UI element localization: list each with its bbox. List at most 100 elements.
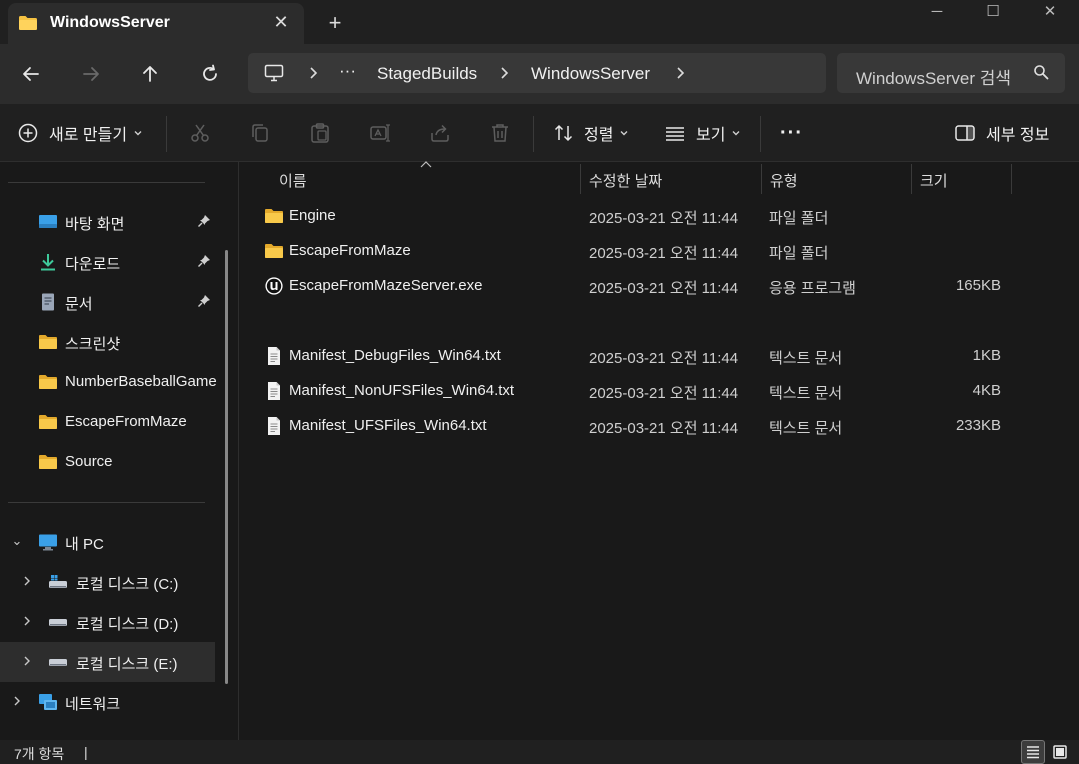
chevron-right-icon[interactable] [20, 574, 34, 588]
up-button[interactable] [134, 58, 166, 90]
file-row-manifest-debugfiles[interactable]: Manifest_DebugFiles_Win64.txt 2025-03-21… [254, 339, 1074, 373]
sidebar-item-label: 로컬 디스크 (D:) [76, 616, 179, 633]
file-name: Engine [289, 207, 336, 224]
column-header-date[interactable]: 수정한 날짜 [581, 162, 761, 194]
more-options-button[interactable]: ··· [780, 118, 803, 148]
delete-button[interactable] [489, 118, 511, 148]
sidebar-item-label: 내 PC [65, 536, 104, 553]
new-button[interactable]: 새로 만들기 [17, 118, 143, 148]
chevron-right-icon[interactable] [499, 66, 511, 80]
drive-icon [49, 659, 67, 666]
pin-icon[interactable] [197, 294, 211, 308]
file-type: 텍스트 문서 [769, 420, 843, 437]
search-box[interactable]: WindowsServer 검색 [837, 53, 1065, 93]
file-row-escapefrommazeserver-exe[interactable]: EscapeFromMazeServer.exe 2025-03-21 오전 1… [254, 269, 1074, 303]
details-view-button[interactable] [1021, 740, 1045, 764]
sidebar-item-numberbaseballgame[interactable]: NumberBaseballGame [0, 362, 217, 402]
tab-windowsserver[interactable]: WindowsServer ✕ [8, 3, 304, 44]
chevron-right-icon[interactable] [10, 694, 24, 708]
breadcrumb-windowsserver[interactable]: WindowsServer [531, 64, 650, 84]
sidebar-item-network[interactable]: 네트워크 [0, 682, 215, 722]
sidebar-item-drive-d[interactable]: 로컬 디스크 (D:) [0, 602, 215, 642]
navigation-bar: ··· StagedBuilds WindowsServer WindowsSe… [0, 44, 1079, 104]
sort-button[interactable]: 정렬 [553, 118, 629, 148]
new-tab-button[interactable]: + [322, 10, 348, 36]
window-close-button[interactable]: ✕ [1021, 0, 1079, 26]
column-header-label: 유형 [770, 173, 798, 190]
drive-icon [49, 619, 67, 626]
address-bar[interactable]: ··· StagedBuilds WindowsServer [248, 53, 826, 93]
file-list: 이름 수정한 날짜 유형 크기 Engine 2025-03-21 오전 11:… [240, 161, 1079, 740]
share-button[interactable] [429, 118, 451, 148]
file-name: Manifest_DebugFiles_Win64.txt [289, 347, 501, 364]
column-header-label: 이름 [279, 173, 307, 190]
command-divider [166, 116, 167, 152]
column-header-name[interactable]: 이름 [240, 161, 580, 194]
sidebar-item-this-pc[interactable]: ⌄ 내 PC [0, 522, 215, 562]
sidebar-item-label: 로컬 디스크 (E:) [76, 656, 178, 673]
file-date: 2025-03-21 오전 11:44 [589, 245, 739, 262]
copy-button[interactable] [249, 118, 271, 148]
windows-drive-icon [49, 575, 67, 588]
chevron-down-icon[interactable]: ⌄ [10, 534, 24, 548]
large-icons-view-button[interactable] [1048, 740, 1072, 764]
copy-icon [252, 124, 268, 142]
column-header-size[interactable]: 크기 [912, 162, 1012, 194]
sidebar-scrollbar[interactable] [225, 250, 228, 684]
pin-icon[interactable] [197, 214, 211, 228]
file-type: 텍스트 문서 [769, 385, 843, 402]
sidebar-item-label: 네트워크 [65, 696, 121, 713]
details-pane-button[interactable]: 세부 정보 [954, 118, 1049, 148]
sidebar-item-escapefrommaze[interactable]: EscapeFromMaze [0, 402, 215, 442]
sort-ascending-icon [420, 161, 432, 168]
back-button[interactable] [15, 58, 47, 90]
sidebar-divider [8, 182, 205, 183]
sidebar-item-label: 바탕 화면 [65, 216, 125, 233]
folder-icon [39, 415, 57, 429]
more-options-label: ··· [780, 121, 803, 144]
breadcrumb-overflow[interactable]: ··· [339, 61, 356, 81]
sidebar-item-screenshots[interactable]: 스크린샷 [0, 322, 215, 362]
column-header-type[interactable]: 유형 [762, 162, 912, 194]
file-row-escapefrommaze[interactable]: EscapeFromMaze 2025-03-21 오전 11:44 파일 폴더 [254, 234, 1074, 268]
chevron-right-icon[interactable] [308, 66, 320, 80]
breadcrumb-stagedbuilds[interactable]: StagedBuilds [377, 64, 477, 84]
sidebar-item-source[interactable]: Source [0, 442, 215, 482]
sidebar-item-drive-e[interactable]: 로컬 디스크 (E:) [0, 642, 215, 682]
file-row-manifest-nonufsfiles[interactable]: Manifest_NonUFSFiles_Win64.txt 2025-03-2… [254, 374, 1074, 408]
file-row-manifest-ufsfiles[interactable]: Manifest_UFSFiles_Win64.txt 2025-03-21 오… [254, 409, 1074, 443]
details-pane-icon [955, 125, 975, 141]
pin-icon[interactable] [197, 254, 211, 268]
title-bar: WindowsServer ✕ + ─ ☐ ✕ [0, 0, 1079, 44]
file-date: 2025-03-21 오전 11:44 [589, 420, 739, 437]
command-bar: 새로 만들기 정렬 보기 ··· 세부 정보 [0, 104, 1079, 162]
chevron-right-icon[interactable] [675, 66, 687, 80]
refresh-button[interactable] [194, 58, 226, 90]
search-icon [1034, 65, 1049, 80]
chevron-right-icon[interactable] [20, 654, 34, 668]
tab-close-button[interactable]: ✕ [270, 11, 292, 33]
arrow-left-icon [23, 67, 39, 81]
minimize-button[interactable]: ─ [908, 0, 966, 26]
column-divider[interactable] [1011, 164, 1012, 194]
unreal-engine-icon [265, 277, 283, 295]
sidebar-item-downloads[interactable]: 다운로드 [0, 242, 215, 282]
file-row-engine[interactable]: Engine 2025-03-21 오전 11:44 파일 폴더 [254, 199, 1074, 233]
paste-button[interactable] [309, 118, 331, 148]
new-button-label: 새로 만들기 [49, 127, 128, 144]
sidebar-item-documents[interactable]: 문서 [0, 282, 215, 322]
rename-button[interactable] [369, 118, 391, 148]
maximize-button[interactable]: ☐ [964, 0, 1022, 26]
pane-splitter[interactable] [238, 162, 239, 740]
details-label: 세부 정보 [986, 127, 1050, 144]
view-button[interactable]: 보기 [664, 118, 741, 148]
forward-button[interactable] [75, 58, 107, 90]
search-input[interactable]: WindowsServer 검색 [856, 64, 1014, 89]
cut-button[interactable] [189, 118, 211, 148]
item-count: 7개 항목 [14, 746, 65, 762]
sidebar-item-drive-c[interactable]: 로컬 디스크 (C:) [0, 562, 215, 602]
file-name: EscapeFromMaze [289, 242, 411, 259]
chevron-right-icon[interactable] [20, 614, 34, 628]
sidebar-item-desktop[interactable]: 바탕 화면 [0, 202, 215, 242]
navigation-pane: 바탕 화면 다운로드 문서 스크린샷 NumberBaseballGame Es… [0, 162, 232, 740]
